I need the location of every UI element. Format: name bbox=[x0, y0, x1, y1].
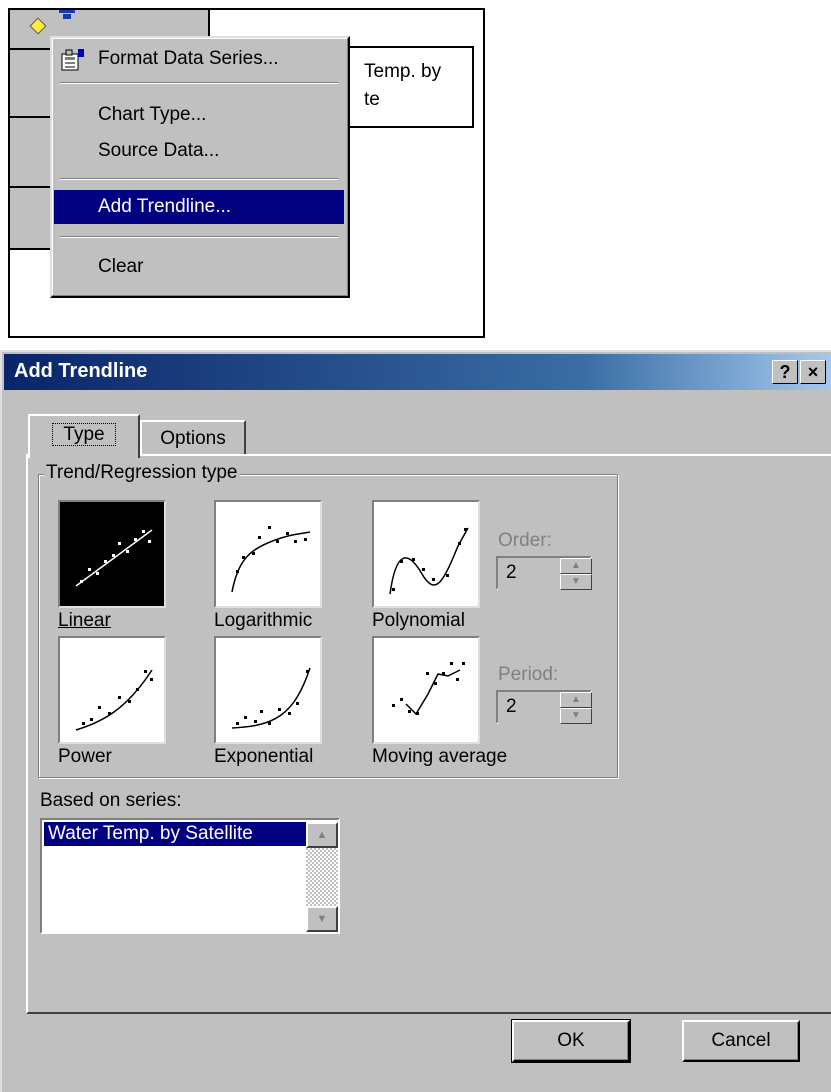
cancel-button[interactable]: Cancel bbox=[682, 1020, 800, 1062]
polynomial-trend-icon bbox=[389, 527, 469, 595]
menu-item-chart-type[interactable]: Chart Type... bbox=[54, 98, 344, 132]
context-menu: Format Data Series... Chart Type... Sour… bbox=[50, 36, 350, 298]
scroll-down-icon[interactable]: ▼ bbox=[306, 906, 338, 932]
period-down-icon[interactable]: ▼ bbox=[560, 708, 592, 724]
dialog-title: Add Trendline bbox=[14, 360, 148, 382]
help-button[interactable]: ? bbox=[772, 360, 798, 384]
ok-button[interactable]: OK bbox=[511, 1019, 631, 1063]
logarithmic-type-tile[interactable] bbox=[214, 500, 322, 608]
moving-average-label: Moving average bbox=[372, 746, 508, 767]
menu-item-format-data-series[interactable]: Format Data Series... bbox=[54, 42, 344, 76]
tab-type[interactable]: Type bbox=[28, 414, 140, 458]
tab-options-label: Options bbox=[160, 428, 226, 449]
scroll-up-icon[interactable]: ▲ bbox=[306, 822, 338, 848]
menu-separator bbox=[60, 236, 338, 238]
order-up-icon[interactable]: ▲ bbox=[560, 558, 592, 574]
tab-type-label: Type bbox=[52, 423, 116, 446]
title-bar[interactable]: Add Trendline ? × bbox=[4, 354, 831, 390]
menu-separator bbox=[60, 178, 338, 180]
polynomial-type-tile[interactable] bbox=[372, 500, 480, 608]
group-title: Trend/Regression type bbox=[44, 462, 240, 484]
logarithmic-label: Logarithmic bbox=[214, 610, 313, 631]
order-stepper[interactable]: 2 ▲ ▼ bbox=[496, 556, 592, 592]
order-label: Order: bbox=[498, 530, 552, 551]
based-on-series-label: Based on series: bbox=[40, 790, 182, 811]
exponential-label: Exponential bbox=[214, 746, 314, 767]
linear-label: Linear bbox=[58, 610, 111, 631]
format-data-series-icon bbox=[61, 49, 84, 71]
moving-average-type-tile[interactable] bbox=[372, 636, 480, 744]
power-type-tile[interactable] bbox=[58, 636, 166, 744]
menu-item-label: Format Data Series... bbox=[98, 48, 279, 69]
power-trend-icon bbox=[75, 669, 153, 731]
period-stepper[interactable]: 2 ▲ ▼ bbox=[496, 690, 592, 726]
exponential-trend-icon bbox=[231, 667, 311, 729]
series-scrollbar[interactable]: ▲ ▼ bbox=[306, 822, 338, 932]
menu-item-source-data[interactable]: Source Data... bbox=[54, 134, 344, 168]
logarithmic-trend-icon bbox=[231, 526, 311, 593]
exponential-type-tile[interactable] bbox=[214, 636, 322, 744]
menu-item-clear[interactable]: Clear bbox=[54, 250, 344, 284]
series-listbox[interactable]: Water Temp. by Satellite ▲ ▼ bbox=[40, 818, 340, 934]
chart-context-menu-screenshot: Temp. by te Format Data Series... Chart … bbox=[8, 8, 485, 338]
legend-text-line-1: Temp. by bbox=[364, 61, 442, 82]
legend-text-line-2: te bbox=[364, 89, 380, 110]
period-up-icon[interactable]: ▲ bbox=[560, 692, 592, 708]
order-down-icon[interactable]: ▼ bbox=[560, 574, 592, 590]
help-icon: ? bbox=[779, 362, 791, 382]
period-value[interactable]: 2 bbox=[498, 692, 560, 726]
linear-trend-icon bbox=[75, 529, 153, 587]
chart-legend[interactable]: Temp. by te bbox=[344, 46, 474, 128]
moving-average-trend-icon bbox=[392, 662, 465, 716]
list-item[interactable]: Water Temp. by Satellite bbox=[44, 822, 306, 846]
add-trendline-dialog: Add Trendline ? × Type Options Trend/Reg… bbox=[0, 350, 831, 1092]
linear-type-tile[interactable] bbox=[58, 500, 166, 608]
menu-separator bbox=[60, 82, 338, 84]
order-value[interactable]: 2 bbox=[498, 558, 560, 592]
polynomial-label: Polynomial bbox=[372, 610, 465, 631]
tab-options[interactable]: Options bbox=[140, 420, 246, 456]
close-icon: × bbox=[807, 362, 819, 382]
series-handle-icon bbox=[59, 10, 75, 19]
power-label: Power bbox=[58, 746, 112, 767]
period-label: Period: bbox=[498, 664, 559, 685]
close-button[interactable]: × bbox=[800, 360, 826, 384]
menu-item-add-trendline[interactable]: Add Trendline... bbox=[54, 190, 344, 224]
